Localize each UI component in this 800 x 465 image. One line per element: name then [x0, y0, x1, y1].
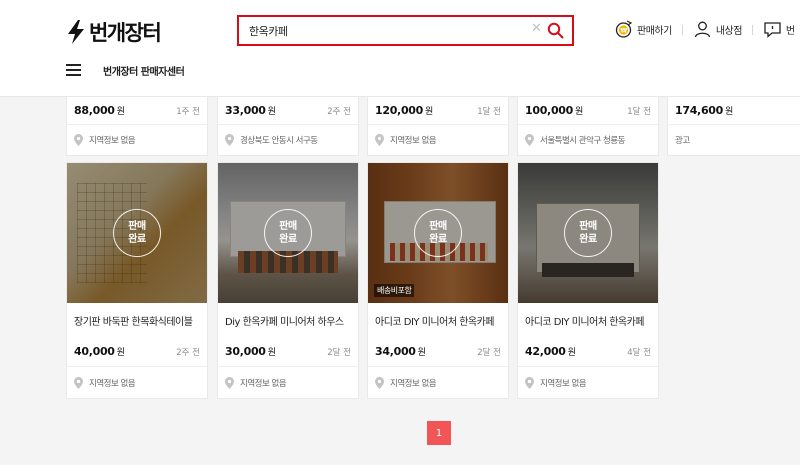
ad-label: 광고: [668, 124, 800, 155]
product-card[interactable]: 판매 완료 아디코 DIY 미니어처 한옥카페 42,000 원 4달 전 지역정보…: [517, 162, 659, 399]
pagination-page-1[interactable]: 1: [427, 421, 451, 445]
hamburger-menu-icon[interactable]: [66, 64, 81, 76]
svg-text:₩: ₩: [620, 28, 627, 35]
lightning-logo-icon: [68, 20, 84, 44]
sold-out-badge: 판매 완료: [113, 209, 161, 257]
price-row: 34,000 원 2달 전: [368, 337, 508, 366]
price-row: 30,000 원 2달 전: [218, 337, 358, 366]
time-ago: 2달 전: [327, 347, 351, 358]
time-ago: 2주 전: [327, 106, 351, 117]
price-row: 88,000 원 1주 전: [67, 97, 207, 124]
product-title: 장기판 바둑판 한목화식테이블: [74, 317, 193, 328]
product-title: 아디코 DIY 미니어처 한옥카페: [525, 317, 645, 328]
product-card[interactable]: 판매 완료 장기판 바둑판 한목화식테이블 40,000 원 2주 전 지역정보 없…: [66, 162, 208, 399]
chat-icon: [764, 22, 781, 38]
sell-coin-icon: ₩: [615, 20, 633, 38]
product-image: 판매 완료: [218, 163, 358, 303]
sold-out-badge: 판매 완료: [414, 209, 462, 257]
search-bar: ✕: [237, 15, 574, 46]
location: 지역정보 없음: [67, 124, 207, 155]
logo[interactable]: 번개장터: [66, 17, 162, 47]
location-pin-icon: [525, 134, 534, 146]
product-title: Diy 한옥카페 미니어처 하우스: [225, 317, 344, 328]
price: 33,000 원: [225, 104, 276, 117]
location: 경상북도 안동시 서구동: [218, 124, 358, 155]
price: 120,000 원: [375, 104, 433, 117]
price: 40,000 원: [74, 345, 125, 358]
chat-label: 번: [785, 26, 795, 37]
shipping-included-badge: 배송비포함: [374, 284, 415, 297]
product-card[interactable]: 판매 완료 Diy 한옥카페 미니어처 하우스 30,000 원 2달 전 지역정보…: [217, 162, 359, 399]
price-row: 33,000 원 2주 전: [218, 97, 358, 124]
price-row: 100,000 원 1달 전: [518, 97, 658, 124]
price-row: 120,000 원 1달 전: [368, 97, 508, 124]
price: 100,000 원: [525, 104, 583, 117]
location: 지역정보 없음: [518, 366, 658, 398]
time-ago: 4달 전: [627, 347, 651, 358]
product-image: 판매 완료: [67, 163, 207, 303]
search-icon[interactable]: [547, 22, 564, 39]
sold-out-badge: 판매 완료: [264, 209, 312, 257]
location-pin-icon: [375, 134, 384, 146]
location: 서울특별시 관악구 청룡동: [518, 124, 658, 155]
product-image: 판매 완료: [518, 163, 658, 303]
time-ago: 2주 전: [176, 347, 200, 358]
price: 42,000 원: [525, 345, 576, 358]
sell-label: 판매하기: [637, 26, 672, 37]
sold-out-badge: 판매 완료: [564, 209, 612, 257]
product-card[interactable]: 100,000 원 1달 전 서울특별시 관악구 청룡동: [517, 96, 659, 156]
top-header: 번개장터 ✕ ₩ 판매하기 내상점 번 번개장터 판매자센터: [0, 0, 800, 97]
chat-link[interactable]: 번: [763, 20, 795, 39]
location: 지역정보 없음: [368, 366, 508, 398]
price: 34,000 원: [375, 345, 426, 358]
product-image: 판매 완료 배송비포함: [368, 163, 508, 303]
price-row: 174,600 원: [668, 97, 800, 124]
product-card[interactable]: 88,000 원 1주 전 지역정보 없음: [66, 96, 208, 156]
time-ago: 1주 전: [176, 106, 200, 117]
sell-link[interactable]: ₩ 판매하기: [614, 20, 672, 39]
product-card[interactable]: 판매 완료 배송비포함 아디코 DIY 미니어처 한옥카페 34,000 원 2달 …: [367, 162, 509, 399]
divider: [751, 24, 753, 35]
time-ago: 2달 전: [477, 347, 501, 358]
ad-card[interactable]: 174,600 원 광고: [667, 96, 800, 156]
my-shop-label: 내상점: [715, 26, 743, 37]
location-pin-icon: [225, 134, 234, 146]
location-pin-icon: [74, 134, 83, 146]
location-pin-icon: [375, 376, 384, 389]
product-card[interactable]: 120,000 원 1달 전 지역정보 없음: [367, 96, 509, 156]
location-pin-icon: [525, 376, 534, 389]
location-pin-icon: [74, 376, 83, 389]
price-row: 42,000 원 4달 전: [518, 337, 658, 366]
location: 지역정보 없음: [218, 366, 358, 398]
time-ago: 1달 전: [477, 106, 501, 117]
divider: [681, 24, 683, 35]
user-icon: [694, 21, 710, 38]
seller-center-link[interactable]: 번개장터 판매자센터: [103, 63, 185, 78]
price-row: 40,000 원 2주 전: [67, 337, 207, 366]
logo-text: 번개장터: [89, 21, 162, 45]
price: 30,000 원: [225, 345, 276, 358]
price: 174,600 원: [675, 104, 733, 117]
location: 지역정보 없음: [368, 124, 508, 155]
location: 지역정보 없음: [67, 366, 207, 398]
product-card[interactable]: 33,000 원 2주 전 경상북도 안동시 서구동: [217, 96, 359, 156]
location-pin-icon: [225, 376, 234, 389]
product-title: 아디코 DIY 미니어처 한옥카페: [375, 317, 495, 328]
price: 88,000 원: [74, 104, 125, 117]
search-input[interactable]: [249, 22, 519, 40]
header-links: ₩ 판매하기 내상점 번: [614, 20, 795, 39]
my-shop-link[interactable]: 내상점: [693, 20, 742, 39]
time-ago: 1달 전: [627, 106, 651, 117]
clear-icon[interactable]: ✕: [531, 21, 542, 36]
